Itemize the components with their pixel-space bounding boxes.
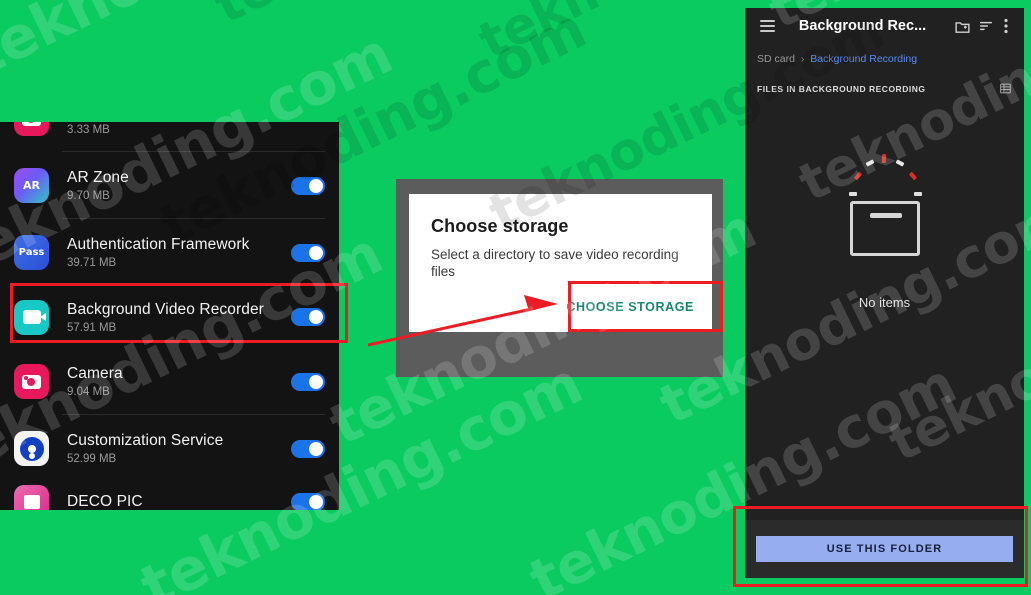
person-icon [14,431,49,466]
app-toggle[interactable] [291,372,325,391]
pass-icon-label: Pass [18,247,45,258]
breadcrumb: SD card › Background Recording [745,44,1024,74]
list-item[interactable]: 3.33 MB [0,122,339,152]
empty-state-label: No items [858,295,911,310]
file-manager-footer: USE THIS FOLDER [745,520,1024,578]
photo-icon [14,122,49,136]
choose-storage-button[interactable]: CHOOSE STORAGE [566,300,694,314]
chevron-right-icon: › [800,53,805,65]
camera-icon [14,364,49,399]
app-size: 57.91 MB [67,321,117,334]
video-camera-icon [14,299,49,335]
deco-icon [14,484,49,510]
dialog-title: Choose storage [431,216,569,236]
breadcrumb-current[interactable]: Background Recording [810,53,917,65]
empty-state: No items [745,104,1024,464]
app-size: 52.99 MB [67,453,117,465]
dialog-message: Select a directory to save video recordi… [431,247,679,279]
app-name: Camera [67,365,123,382]
empty-box-icon [825,149,945,269]
grid-view-icon[interactable] [999,82,1012,97]
file-manager-title: Background Rec... [798,18,927,34]
app-list-panel: 3.33 MB AR AR Zone 9.70 MB Pass Authenti… [0,122,339,510]
list-item[interactable]: Pass Authentication Framework 39.71 MB [0,219,339,286]
app-name: DECO PIC [67,493,143,510]
app-size: 39.71 MB [67,257,117,269]
use-this-folder-button[interactable]: USE THIS FOLDER [756,536,1013,562]
create-new-folder-icon[interactable] [950,14,974,38]
list-item[interactable]: DECO PIC [0,482,339,510]
choose-storage-dialog: Choose storage Select a directory to sav… [409,194,712,332]
list-item[interactable]: Customization Service 52.99 MB [0,415,339,482]
pass-icon: Pass [14,235,49,270]
app-name: AR Zone [67,169,129,186]
ar-icon: AR [14,168,49,203]
dialog-actions: CHOOSE STORAGE [409,282,712,332]
app-toggle[interactable] [291,243,325,262]
list-item[interactable]: Camera 9.04 MB [0,348,339,415]
files-section-header: FILES IN BACKGROUND RECORDING [745,74,1024,104]
app-size: 3.33 MB [67,124,110,136]
list-item-background-video-recorder[interactable]: Background Video Recorder 57.91 MB [0,286,339,348]
files-section-label: FILES IN BACKGROUND RECORDING [757,84,926,94]
app-size: 9.70 MB [67,190,110,202]
app-toggle[interactable] [291,176,325,195]
app-toggle[interactable] [291,439,325,458]
file-manager-panel: Background Rec... SD card › Background R… [745,8,1024,578]
more-vertical-icon[interactable] [998,14,1014,38]
breadcrumb-root[interactable]: SD card [757,53,795,65]
list-item[interactable]: AR AR Zone 9.70 MB [0,152,339,219]
app-size: 9.04 MB [67,386,110,398]
ar-icon-label: AR [23,179,40,192]
screenshot-root: 3.33 MB AR AR Zone 9.70 MB Pass Authenti… [0,0,1031,595]
file-manager-toolbar: Background Rec... [745,8,1024,44]
app-toggle[interactable] [291,493,325,510]
sort-icon[interactable] [974,14,998,38]
app-name: Background Video Recorder [67,300,264,318]
app-toggle[interactable] [291,308,325,326]
app-name: Customization Service [67,432,224,449]
app-name: Authentication Framework [67,236,250,253]
